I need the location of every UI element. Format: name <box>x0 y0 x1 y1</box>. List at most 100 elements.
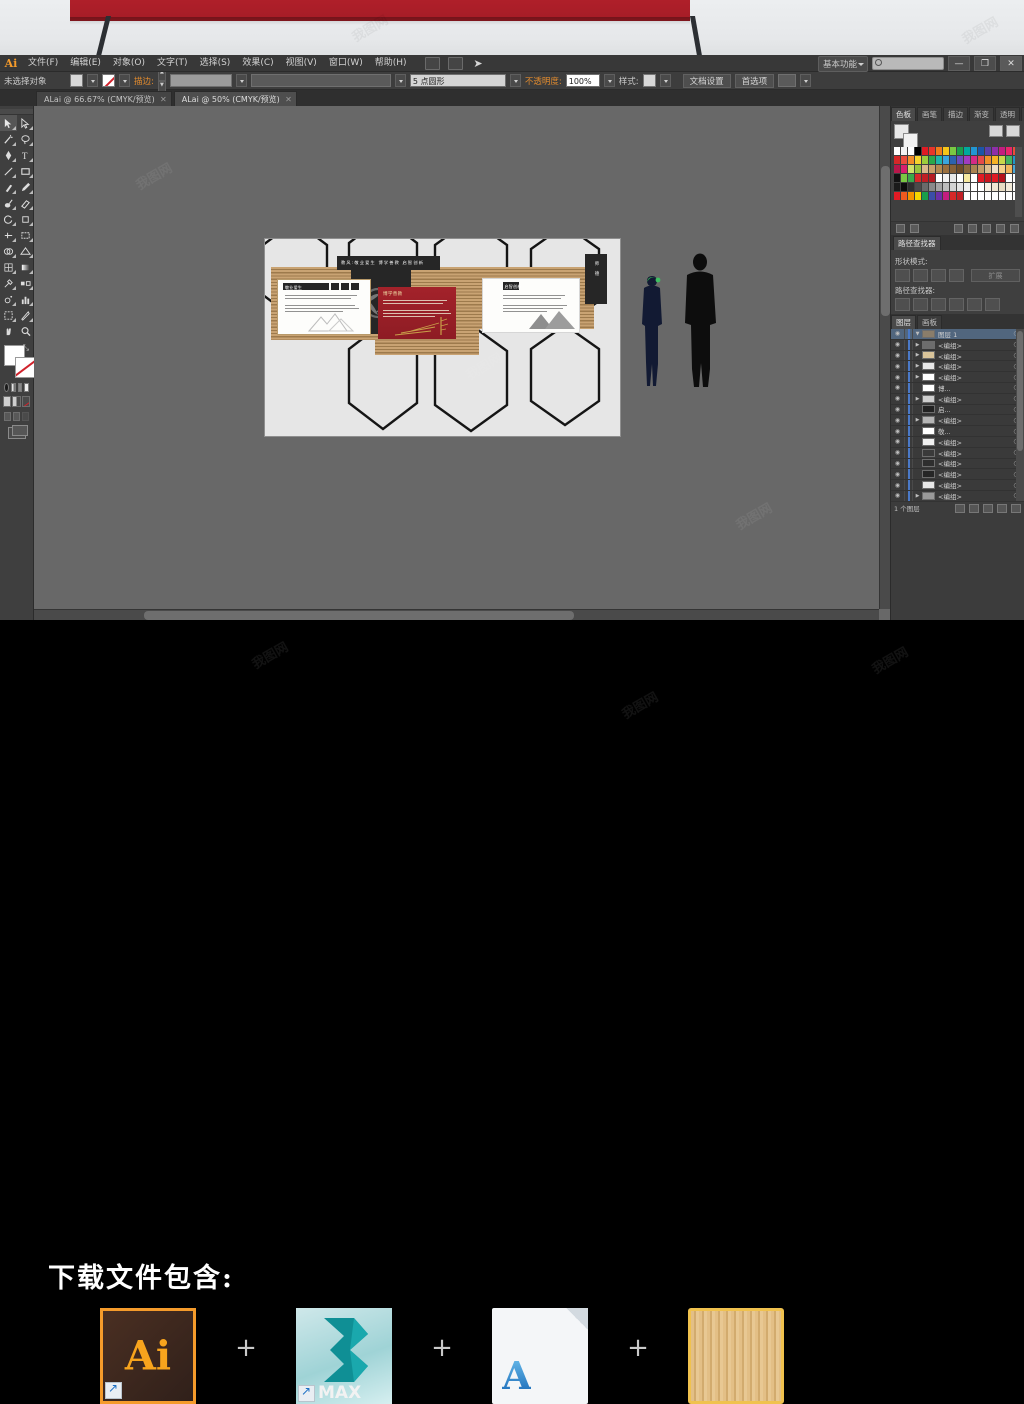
fill-dropdown[interactable] <box>87 74 98 87</box>
stroke-weight-dropdown[interactable] <box>235 74 247 87</box>
scale-tool[interactable] <box>17 211 34 227</box>
swatch-cell[interactable] <box>957 147 964 156</box>
swatch-cell[interactable] <box>901 192 908 201</box>
swatch-cell[interactable] <box>943 183 950 192</box>
arrange-documents-icon[interactable] <box>447 56 463 70</box>
layer-lock-toggle[interactable] <box>904 480 913 490</box>
layer-lock-toggle[interactable] <box>904 415 913 426</box>
swatch-cell[interactable] <box>985 192 992 201</box>
swatch-cell[interactable] <box>964 183 971 192</box>
panel-tab-1[interactable]: 画笔 <box>917 107 942 121</box>
swatch-cell[interactable] <box>971 156 978 165</box>
swatch-cell[interactable] <box>894 192 901 201</box>
bridge-toggle-icon[interactable] <box>424 56 440 70</box>
swatch-cell[interactable] <box>971 174 978 183</box>
layer-expand-icon[interactable]: ▼ <box>913 331 922 337</box>
swatch-cell[interactable] <box>957 174 964 183</box>
layer-lock-toggle[interactable] <box>904 447 913 458</box>
layer-visibility-icon[interactable]: ◉ <box>891 330 904 337</box>
layer-expand-icon[interactable]: ▶ <box>913 374 922 380</box>
free-transform-tool[interactable] <box>17 227 34 243</box>
eyedropper-tool[interactable] <box>0 275 17 291</box>
menu-item-7[interactable]: 窗口(W) <box>323 55 369 72</box>
paintbrush-tool[interactable] <box>0 179 17 195</box>
locate-object-icon[interactable] <box>955 503 965 513</box>
swatch-cell[interactable] <box>915 156 922 165</box>
swatch-cell[interactable] <box>943 165 950 174</box>
swatch-cell[interactable] <box>978 183 985 192</box>
layer-visibility-icon[interactable]: ◉ <box>891 384 904 391</box>
swatch-cell[interactable] <box>971 183 978 192</box>
exclude-icon[interactable] <box>949 269 964 282</box>
swatch-cell[interactable] <box>971 147 978 156</box>
layer-lock-toggle[interactable] <box>904 382 913 393</box>
layer-row[interactable]: ◉<编组>○ <box>891 447 1024 459</box>
swatch-cell[interactable] <box>992 147 999 156</box>
layer-expand-icon[interactable]: ▶ <box>913 493 922 499</box>
layer-lock-toggle[interactable] <box>904 339 913 350</box>
swatch-cell[interactable] <box>950 165 957 174</box>
layers-scrollbar[interactable] <box>1016 329 1024 501</box>
swatch-cell[interactable] <box>922 174 929 183</box>
swatch-cell[interactable] <box>957 183 964 192</box>
blob-brush-tool[interactable] <box>0 195 17 211</box>
swatch-cell[interactable] <box>901 156 908 165</box>
column-graph-tool[interactable] <box>17 291 34 307</box>
swatch-cell[interactable] <box>894 183 901 192</box>
swatch-cell[interactable] <box>894 147 901 156</box>
graphic-style-dropdown[interactable] <box>659 74 671 87</box>
blend-tool[interactable] <box>17 275 34 291</box>
swatch-cell[interactable] <box>901 183 908 192</box>
grid-view-icon[interactable] <box>1006 125 1020 137</box>
gradient-tool[interactable] <box>17 259 34 275</box>
stroke-swatch-large[interactable] <box>15 357 36 378</box>
menu-item-3[interactable]: 文字(T) <box>151 55 194 72</box>
pen-tool[interactable] <box>0 147 17 163</box>
hand-tool[interactable] <box>0 323 17 339</box>
canvas-vertical-scrollbar[interactable] <box>879 106 890 609</box>
layer-visibility-icon[interactable]: ◉ <box>891 471 904 478</box>
swatch-cell[interactable] <box>1006 156 1013 165</box>
perspective-grid-tool[interactable] <box>17 243 34 259</box>
swatch-cell[interactable] <box>915 192 922 201</box>
search-input[interactable] <box>872 57 944 70</box>
swatch-cell[interactable] <box>929 183 936 192</box>
document-tab-close-icon[interactable]: ✕ <box>160 92 167 107</box>
color-mode-icon[interactable] <box>10 383 16 392</box>
maximize-button[interactable]: ❐ <box>974 56 996 71</box>
swatch-cell[interactable] <box>894 165 901 174</box>
menu-item-2[interactable]: 对象(O) <box>107 55 151 72</box>
opacity-value-field[interactable]: 100% <box>565 74 600 87</box>
menu-item-8[interactable]: 帮助(H) <box>369 55 413 72</box>
fill-stroke-control[interactable]: ⤡ <box>4 343 36 379</box>
swatch-cell[interactable] <box>971 165 978 174</box>
swatch-cell[interactable] <box>950 192 957 201</box>
graphic-style-swatch[interactable] <box>642 74 656 87</box>
swatch-cell[interactable] <box>901 174 908 183</box>
document-tab-1[interactable]: ALai @ 50% (CMYK/预览) ✕ <box>173 91 297 106</box>
swatch-cell[interactable] <box>999 156 1006 165</box>
trim-icon[interactable] <box>913 298 928 311</box>
swatch-cell[interactable] <box>936 183 943 192</box>
layer-row[interactable]: ◉博...○ <box>891 382 1024 394</box>
new-sublayer-icon[interactable] <box>983 503 993 513</box>
swatch-cell[interactable] <box>992 174 999 183</box>
layers-tab-1[interactable]: 画板 <box>917 315 942 329</box>
swatch-cell[interactable] <box>985 156 992 165</box>
tab-pathfinder[interactable]: 路径查找器 <box>893 236 941 250</box>
layer-row[interactable]: ◉▶<编组>○ <box>891 415 1024 427</box>
swatch-cell[interactable] <box>943 147 950 156</box>
swatch-cell[interactable] <box>964 192 971 201</box>
layer-lock-toggle[interactable] <box>904 393 913 404</box>
draw-normal-icon[interactable] <box>3 396 12 407</box>
canvas-horizontal-scroll-thumb[interactable] <box>144 611 574 620</box>
layer-visibility-icon[interactable]: ◉ <box>891 374 904 381</box>
swatch-cell[interactable] <box>929 156 936 165</box>
layer-row[interactable]: ◉<编组>○ <box>891 480 1024 491</box>
swap-fill-stroke-icon[interactable]: ⤡ <box>23 343 29 353</box>
new-color-group-icon[interactable] <box>982 224 991 233</box>
layer-visibility-icon[interactable]: ◉ <box>891 492 904 499</box>
minus-back-icon[interactable] <box>985 298 1000 311</box>
opacity-dropdown[interactable] <box>603 74 615 87</box>
swatch-cell[interactable] <box>992 183 999 192</box>
